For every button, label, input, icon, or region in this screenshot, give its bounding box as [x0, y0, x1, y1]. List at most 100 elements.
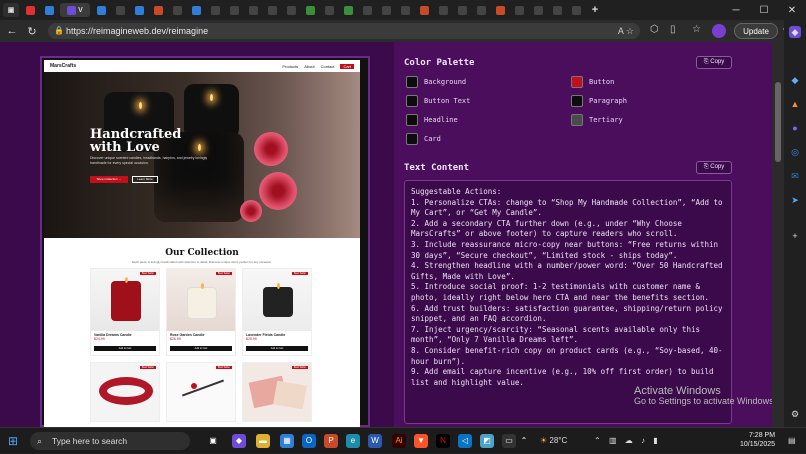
hero-learn-button[interactable]: Learn More	[132, 176, 158, 183]
browser-tab[interactable]: V	[60, 3, 90, 17]
swatch-card[interactable]: Card	[406, 133, 441, 145]
browser-tab[interactable]	[150, 3, 166, 17]
product-card[interactable]: Best Seller	[242, 362, 312, 422]
network-icon[interactable]: ▥	[609, 436, 620, 445]
terminal-icon[interactable]: ▭	[502, 434, 516, 448]
browser-tab[interactable]	[112, 3, 128, 17]
browser-tab[interactable]	[226, 3, 242, 17]
swatch-button-text[interactable]: Button Text	[406, 95, 470, 107]
task-view-icon[interactable]: ▣	[206, 434, 220, 448]
edge-icon[interactable]: e	[346, 434, 360, 448]
add-to-cart-button[interactable]: Add to Cart	[246, 346, 308, 351]
browser-tab[interactable]	[302, 3, 318, 17]
swatch-background[interactable]: Background	[406, 76, 466, 88]
tab-actions-icon[interactable]: ▣	[3, 3, 19, 17]
browser-tab[interactable]	[340, 3, 356, 17]
swatch-tertiary[interactable]: Tertiary	[571, 114, 623, 126]
product-card[interactable]: Best Seller	[166, 362, 236, 422]
favorite-icon[interactable]: ☆	[626, 26, 634, 36]
file-explorer-icon[interactable]: ▬	[256, 434, 270, 448]
minimize-icon[interactable]: ─	[722, 0, 750, 20]
browser-tab[interactable]	[22, 3, 38, 17]
browser-tab[interactable]	[188, 3, 204, 17]
copy-palette-button[interactable]: ⎘ Copy	[696, 56, 732, 69]
product-card[interactable]: Best Seller Vanilla Dreams Candle $24.99…	[90, 268, 160, 356]
store-icon[interactable]: ▦	[280, 434, 294, 448]
weather-widget[interactable]: ☀ 28°C	[540, 428, 567, 454]
outlook-icon[interactable]: ✉	[789, 170, 801, 182]
tools-icon[interactable]: ▲	[789, 98, 801, 110]
browser-tab[interactable]	[359, 3, 375, 17]
brave-icon[interactable]: ▼	[414, 434, 428, 448]
chevron-up-icon[interactable]: ⌃	[594, 436, 604, 445]
volume-icon[interactable]: ♪	[641, 436, 648, 445]
browser-tab[interactable]	[530, 3, 546, 17]
browser-tab[interactable]	[397, 3, 413, 17]
windows-start-icon[interactable]: ⊞	[8, 435, 20, 447]
add-to-cart-button[interactable]: Add to Cart	[94, 346, 156, 351]
refresh-icon[interactable]: ↻	[22, 25, 42, 38]
browser-tab[interactable]	[321, 3, 337, 17]
extension-icon[interactable]: ⬡	[650, 24, 659, 35]
outlook-icon[interactable]: O	[302, 434, 316, 448]
browser-tab[interactable]	[131, 3, 147, 17]
swatch-paragraph[interactable]: Paragraph	[571, 95, 627, 107]
browser-tab[interactable]	[41, 3, 57, 17]
url-bar[interactable]: 🔒 https://reimagineweb.dev/reimagine A ☆	[48, 23, 640, 39]
browser-tab[interactable]	[169, 3, 185, 17]
update-button[interactable]: Update	[734, 23, 778, 39]
copilot-icon[interactable]: ◆	[789, 26, 801, 38]
split-screen-icon[interactable]: ▯	[670, 24, 676, 35]
battery-icon[interactable]: ▮	[653, 436, 660, 445]
settings-icon[interactable]: ⚙	[789, 408, 801, 420]
taskbar-scroll-icon[interactable]: ⌃	[520, 434, 528, 448]
powerpoint-icon[interactable]: P	[324, 434, 338, 448]
clock[interactable]: 7:28 PM 10/15/2025	[740, 431, 775, 449]
profile-avatar[interactable]	[712, 24, 726, 38]
word-icon[interactable]: W	[368, 434, 382, 448]
browser-tab[interactable]	[473, 3, 489, 17]
add-icon[interactable]: +	[789, 230, 801, 242]
add-to-cart-button[interactable]: Add to Cart	[170, 346, 232, 351]
new-tab-icon[interactable]: +	[587, 3, 603, 17]
illustrator-icon[interactable]: Ai	[392, 434, 406, 448]
browser-tab[interactable]	[416, 3, 432, 17]
swatch-headline[interactable]: Headline	[406, 114, 458, 126]
swatch-button[interactable]: Button	[571, 76, 614, 88]
preview-nav-link[interactable]: About	[304, 64, 314, 69]
product-card[interactable]: Best Seller Rose Garden Candle $26.99 Ad…	[166, 268, 236, 356]
read-aloud-icon[interactable]: A	[618, 26, 624, 36]
browser-tab[interactable]	[435, 3, 451, 17]
browser-tab[interactable]	[492, 3, 508, 17]
browser-tab[interactable]	[245, 3, 261, 17]
browser-tab[interactable]	[207, 3, 223, 17]
cloud-icon[interactable]: ☁	[625, 436, 636, 445]
notifications-icon[interactable]: ▤	[788, 428, 796, 454]
hero-shop-button[interactable]: Shop Collection →	[90, 176, 128, 183]
app-icon[interactable]: ◩	[480, 434, 494, 448]
browser-tab[interactable]	[511, 3, 527, 17]
copy-text-button[interactable]: ⎘ Copy	[696, 161, 732, 174]
preview-cart-button[interactable]: Cart	[340, 63, 354, 69]
vscode-icon[interactable]: ◁	[458, 434, 472, 448]
netflix-icon[interactable]: N	[436, 434, 450, 448]
browser-tab[interactable]	[568, 3, 584, 17]
m365-icon[interactable]: ◎	[789, 146, 801, 158]
games-icon[interactable]: ●	[789, 122, 801, 134]
copilot-icon[interactable]: ◆	[232, 434, 246, 448]
page-scrollbar[interactable]	[772, 42, 784, 427]
product-card[interactable]: Best Seller	[90, 362, 160, 422]
preview-nav-link[interactable]: Contact	[321, 64, 335, 69]
product-card[interactable]: Best Seller Lavender Fields Candle $25.9…	[242, 268, 312, 356]
taskbar-search[interactable]: ⌕ Type here to search	[30, 432, 190, 450]
close-icon[interactable]: ✕	[778, 0, 806, 20]
browser-tab[interactable]	[93, 3, 109, 17]
shopping-icon[interactable]: ◆	[789, 74, 801, 86]
browser-tab[interactable]	[549, 3, 565, 17]
back-icon[interactable]: ←	[2, 25, 22, 37]
browser-tab[interactable]	[264, 3, 280, 17]
send-icon[interactable]: ➤	[789, 194, 801, 206]
favorites-icon[interactable]: ☆	[692, 24, 701, 35]
browser-tab[interactable]	[454, 3, 470, 17]
maximize-icon[interactable]: ☐	[750, 0, 778, 20]
